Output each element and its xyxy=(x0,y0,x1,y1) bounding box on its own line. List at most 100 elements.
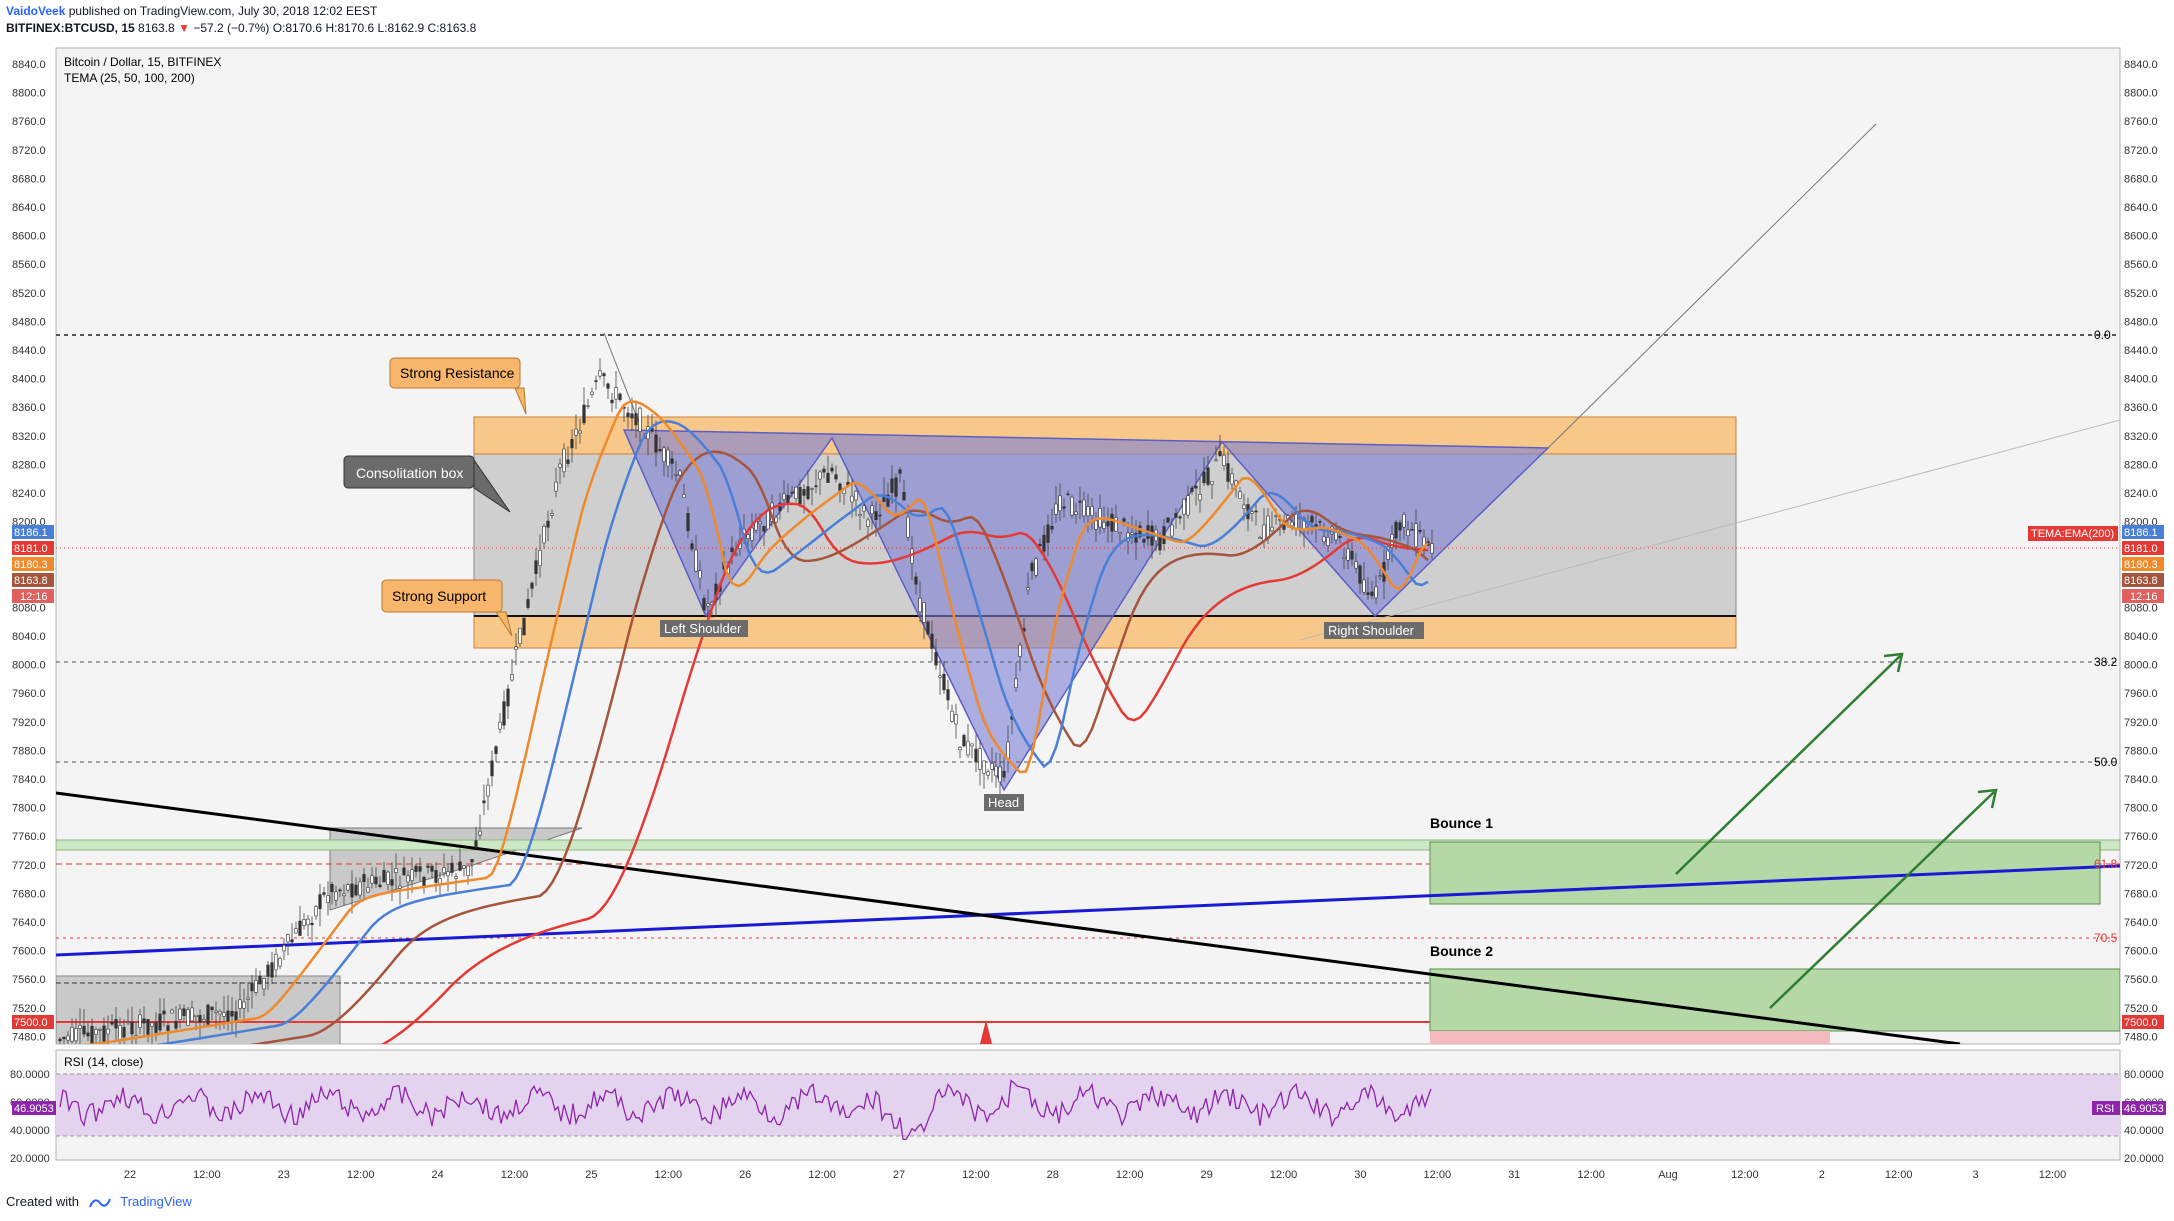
bounce-2-label: Bounce 2 xyxy=(1430,943,1493,959)
candle-body xyxy=(1122,518,1126,522)
candle-body xyxy=(1074,511,1078,515)
svg-text:80.0000: 80.0000 xyxy=(2124,1069,2164,1081)
price-tick: 7640.0 xyxy=(12,917,46,929)
candle-body xyxy=(1202,471,1206,484)
chart-area[interactable]: Strong Resistance Consolitation box Stro… xyxy=(0,38,2174,1188)
candle-body xyxy=(518,627,522,645)
candle-body xyxy=(1342,557,1346,559)
candle-body xyxy=(1374,586,1378,599)
time-tick: 12:00 xyxy=(1116,1169,1144,1181)
last-price: 8163.8 xyxy=(138,21,175,35)
candle-body xyxy=(526,599,530,608)
candle-body xyxy=(1394,521,1398,539)
candle-body xyxy=(794,486,798,499)
candle-body xyxy=(390,879,394,886)
candle-body xyxy=(1310,515,1314,523)
price-tick: 8320.0 xyxy=(2124,431,2158,443)
candle-body xyxy=(1406,529,1410,536)
author-link[interactable]: VaidoVeek xyxy=(6,4,65,18)
candle-body xyxy=(418,866,422,872)
candle-body xyxy=(674,474,678,476)
candle-body xyxy=(1206,467,1210,485)
price-tick: 7600.0 xyxy=(2124,946,2158,958)
svg-text:TEMA:EMA(200): TEMA:EMA(200) xyxy=(2031,528,2114,540)
price-tick: 8560.0 xyxy=(12,259,46,271)
candle-body xyxy=(554,481,558,492)
candle-body xyxy=(626,412,630,418)
candle-body xyxy=(1178,516,1182,519)
chart-svg[interactable]: Strong Resistance Consolitation box Stro… xyxy=(0,38,2174,1188)
candle-body xyxy=(902,491,906,501)
candle-body xyxy=(570,438,574,449)
fib-label-382: 38.2 xyxy=(2094,655,2118,669)
candle-body xyxy=(878,514,882,517)
candle-body xyxy=(478,830,482,836)
svg-text:40.0000: 40.0000 xyxy=(10,1125,50,1137)
svg-text:8180.3: 8180.3 xyxy=(14,559,48,571)
candle-body xyxy=(250,982,254,992)
candle-body xyxy=(1254,510,1258,513)
candle-body xyxy=(634,413,638,426)
candle-body xyxy=(498,721,502,730)
candle-body xyxy=(598,370,602,377)
price-tick: 7560.0 xyxy=(12,974,46,986)
ohlc-line: BITFINEX:BTCUSD, 15 8163.8 ▼ −57.2 (−0.7… xyxy=(6,21,476,35)
price-tick: 8680.0 xyxy=(2124,173,2158,185)
candle-body xyxy=(806,486,810,499)
consolidation-box-label: Consolitation box xyxy=(356,465,463,481)
candle-body xyxy=(186,1009,190,1026)
candle-body xyxy=(942,673,946,691)
candle-body xyxy=(394,868,398,873)
candle-body xyxy=(690,543,694,550)
candle-body xyxy=(1290,521,1294,527)
price-tick: 8480.0 xyxy=(2124,316,2158,328)
time-tick: 22 xyxy=(124,1169,136,1181)
candle-body xyxy=(1118,532,1122,535)
price-tick: 8320.0 xyxy=(12,431,46,443)
candle-body xyxy=(462,865,466,869)
price-tick: 8520.0 xyxy=(2124,288,2158,300)
candle-body xyxy=(1258,537,1262,539)
candle-body xyxy=(734,553,738,556)
bounce-1-box xyxy=(1429,841,2101,905)
candle-body xyxy=(1414,523,1418,548)
strong-resistance-label: Strong Resistance xyxy=(400,365,515,381)
candle-body xyxy=(410,869,414,881)
candle-body xyxy=(1114,517,1118,532)
candle-body xyxy=(1018,644,1022,657)
candle-body xyxy=(930,633,934,649)
candle-body xyxy=(174,1021,178,1029)
label-right-shoulder: Right Shoulder xyxy=(1324,622,1424,639)
price-tick: 8400.0 xyxy=(2124,374,2158,386)
candle-body xyxy=(226,1010,230,1024)
price-tick: 7720.0 xyxy=(2124,860,2158,872)
candle-body xyxy=(1410,529,1414,531)
candle-body xyxy=(818,471,822,480)
tradingview-brand-link[interactable]: TradingView xyxy=(120,1194,192,1209)
bounce-1-label: Bounce 1 xyxy=(1430,815,1493,831)
time-axis[interactable]: 22 12:00 23 12:00 24 12:00 25 12:00 26 12:00 27 12:… xyxy=(124,1169,2066,1181)
price-tick: 7920.0 xyxy=(12,717,46,729)
candle-body xyxy=(350,883,354,898)
candle-body xyxy=(70,1026,74,1042)
price-tick: 7560.0 xyxy=(2124,974,2158,986)
price-tick: 7760.0 xyxy=(12,831,46,843)
price-tick: 7640.0 xyxy=(2124,917,2158,929)
time-tick: 12:00 xyxy=(193,1169,221,1181)
rsi-right-label: RSI xyxy=(2096,1103,2114,1115)
time-tick: 29 xyxy=(1200,1169,1212,1181)
time-tick: 2 xyxy=(1819,1169,1825,1181)
candle-body xyxy=(398,885,402,889)
candle-body xyxy=(78,1024,82,1029)
candle-body xyxy=(414,865,418,872)
candle-body xyxy=(1262,524,1266,541)
candle-body xyxy=(346,884,350,891)
candle-body xyxy=(1002,770,1006,778)
candle-body xyxy=(474,840,478,848)
fib-label-50: 50.0 xyxy=(2094,755,2118,769)
candle-body xyxy=(1034,558,1038,576)
candle-body xyxy=(1222,454,1226,466)
candle-body xyxy=(438,878,442,884)
svg-text:Right Shoulder: Right Shoulder xyxy=(1328,623,1415,638)
candle-body xyxy=(970,743,974,747)
